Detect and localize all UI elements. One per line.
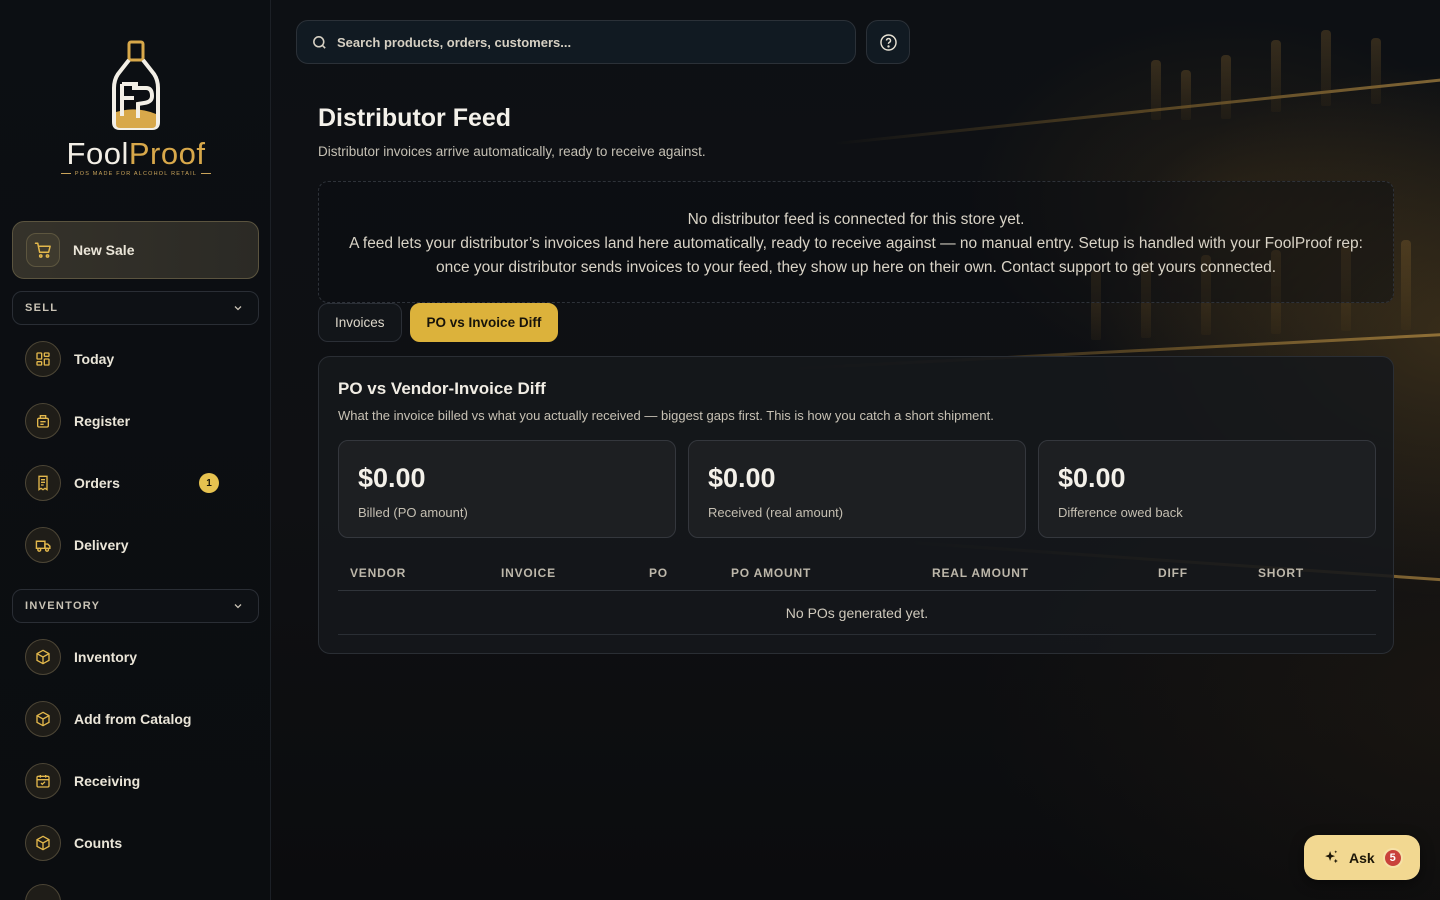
- column-header-po-amount[interactable]: PO AMOUNT: [731, 566, 811, 580]
- search-icon: [313, 35, 326, 49]
- column-header-short[interactable]: SHORT: [1258, 566, 1304, 580]
- truck-icon: [25, 527, 61, 563]
- stat-label: Received (real amount): [708, 505, 844, 520]
- sidebar-item-label: Inventory: [74, 649, 138, 665]
- orders-count-badge: 1: [199, 473, 219, 493]
- sidebar-item-label: Today: [74, 351, 115, 367]
- notice-headline: No distributor feed is connected for thi…: [687, 211, 1025, 228]
- sidebar-item-counts[interactable]: Counts: [25, 825, 245, 861]
- stat-label: Difference owed back: [1058, 505, 1183, 520]
- sidebar-item-partial[interactable]: [25, 884, 245, 900]
- sidebar-item-label: Register: [74, 413, 131, 429]
- help-button[interactable]: [866, 20, 910, 64]
- tab-po-vs-invoice-diff[interactable]: PO vs Invoice Diff: [409, 303, 559, 342]
- sidebar-item-label: Add from Catalog: [74, 711, 192, 727]
- section-inventory-toggle[interactable]: INVENTORY: [12, 589, 259, 623]
- tab-bar: Invoices PO vs Invoice Diff: [318, 303, 559, 342]
- sidebar: FoolProof POS MADE FOR ALCOHOL RETAIL Ne…: [0, 0, 271, 900]
- stat-label: Billed (PO amount): [358, 505, 468, 520]
- bottle-logo-icon: [112, 40, 160, 130]
- stat-value: $0.00: [708, 463, 776, 493]
- sidebar-item-add-from-catalog[interactable]: Add from Catalog: [25, 701, 245, 737]
- page-subtitle: Distributor invoices arrive automaticall…: [318, 144, 706, 159]
- section-sell-toggle[interactable]: SELL: [12, 291, 259, 325]
- stat-value: $0.00: [1058, 463, 1126, 493]
- notice-body: A feed lets your distributor’s invoices …: [349, 235, 1363, 276]
- box-icon: [25, 639, 61, 675]
- new-sale-button[interactable]: New Sale: [12, 221, 259, 279]
- search-input[interactable]: [337, 34, 817, 50]
- box-icon: [25, 884, 61, 900]
- stat-card-billed: $0.00 Billed (PO amount): [338, 440, 676, 538]
- column-header-po[interactable]: PO: [649, 566, 668, 580]
- table-header: VENDOR INVOICE PO PO AMOUNT REAL AMOUNT …: [338, 557, 1376, 591]
- column-header-diff[interactable]: DIFF: [1158, 566, 1188, 580]
- sidebar-item-label: Receiving: [74, 773, 141, 789]
- sidebar-item-receiving[interactable]: Receiving: [25, 763, 245, 799]
- section-inventory-label: INVENTORY: [25, 600, 101, 612]
- ask-assistant-button[interactable]: Ask 5: [1304, 835, 1420, 880]
- sidebar-item-inventory[interactable]: Inventory: [25, 639, 245, 675]
- help-icon: [879, 33, 897, 51]
- panel-title: PO vs Vendor-Invoice Diff: [338, 379, 546, 398]
- sidebar-item-label: Delivery: [74, 537, 129, 553]
- sidebar-item-label: Counts: [74, 835, 123, 851]
- box-icon: [25, 825, 61, 861]
- panel-subtitle: What the invoice billed vs what you actu…: [338, 408, 994, 423]
- brand-logo: FoolProof POS MADE FOR ALCOHOL RETAIL: [54, 40, 218, 180]
- sidebar-item-label: Orders: [74, 475, 120, 491]
- section-sell-label: SELL: [25, 302, 59, 314]
- column-header-invoice[interactable]: INVOICE: [501, 566, 556, 580]
- sidebar-item-orders[interactable]: Orders 1: [25, 465, 245, 501]
- box-icon: [25, 701, 61, 737]
- sidebar-item-register[interactable]: Register: [25, 403, 245, 439]
- search-bar[interactable]: [296, 20, 856, 64]
- table-empty-row: No POs generated yet.: [338, 591, 1376, 635]
- page-title: Distributor Feed: [318, 104, 512, 132]
- sidebar-item-delivery[interactable]: Delivery: [25, 527, 245, 563]
- diff-panel: PO vs Vendor-Invoice Diff What the invoi…: [318, 356, 1394, 654]
- column-header-vendor[interactable]: VENDOR: [350, 566, 406, 580]
- chevron-down-icon: [234, 306, 242, 311]
- chevron-down-icon: [234, 604, 242, 609]
- dashboard-icon: [25, 341, 61, 377]
- cart-icon: [26, 233, 60, 267]
- calendar-check-icon: [25, 763, 61, 799]
- brand-wordmark: FoolProof: [66, 136, 206, 171]
- ask-count-badge: 5: [1382, 847, 1403, 868]
- sidebar-item-today[interactable]: Today: [25, 341, 245, 377]
- feed-notice: No distributor feed is connected for thi…: [318, 181, 1394, 303]
- receipt-icon: [25, 465, 61, 501]
- register-icon: [25, 403, 61, 439]
- new-sale-label: New Sale: [73, 242, 135, 258]
- tab-invoices[interactable]: Invoices: [318, 303, 402, 342]
- brand-tagline: POS MADE FOR ALCOHOL RETAIL: [54, 171, 218, 177]
- sparkle-icon: [1325, 850, 1338, 864]
- column-header-real-amount[interactable]: REAL AMOUNT: [932, 566, 1029, 580]
- ask-label: Ask: [1349, 849, 1375, 866]
- stat-card-received: $0.00 Received (real amount): [688, 440, 1026, 538]
- stat-value: $0.00: [358, 463, 426, 493]
- stat-card-difference: $0.00 Difference owed back: [1038, 440, 1376, 538]
